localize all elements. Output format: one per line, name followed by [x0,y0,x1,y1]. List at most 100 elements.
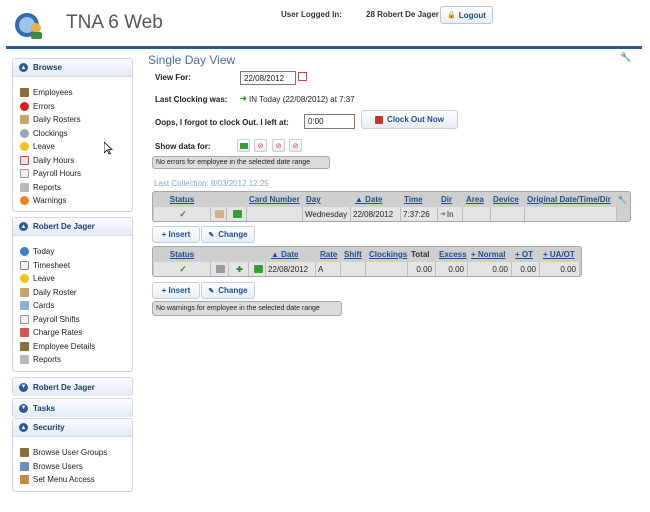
errors-icon [20,101,29,111]
employee-collapsed-panel[interactable]: ▼ Robert De Jager [12,377,133,396]
calendar-icon[interactable] [298,72,307,81]
view-cell[interactable] [249,262,266,276]
status-cell: ✓ [154,262,211,276]
sidebar-item-reports-employee[interactable]: Reports [13,353,132,367]
sidebar-item-employees[interactable]: Employees [13,86,132,100]
wrench-icon[interactable]: 🔧 [620,52,631,62]
cards-icon [20,301,29,311]
column-header-status[interactable]: Status [153,193,211,206]
change-hours-button[interactable]: ✎ Change [201,282,255,299]
expand-icon: ▼ [19,403,28,413]
sidebar-item-set-menu-access[interactable]: Set Menu Access [13,473,132,487]
column-header-rate[interactable]: Rate [316,248,341,261]
column-header-original[interactable]: Original Date/Time/Dir [525,193,617,206]
last-collection: Last Collection: 8/03/2012 12:25 [154,179,269,188]
column-header-status[interactable]: Status [153,248,211,261]
column-header-blank [249,248,266,261]
employee-collapsed-header[interactable]: ▼ Robert De Jager [13,378,132,396]
app-title: TNA 6 Web [66,12,163,33]
column-header-blank [229,248,249,261]
column-header-device[interactable]: Device [491,193,525,206]
calendar-icon [20,155,29,165]
sidebar-item-label: Charge Rates [33,328,83,338]
security-panel-header[interactable]: ▲ Security [13,419,132,437]
wrench-icon[interactable]: 🔧 [617,193,629,206]
view-cell[interactable] [227,207,247,221]
last-clocking-value: IN Today (22/08/2012) at 7:37 [249,95,355,104]
sidebar-item-clockings[interactable]: Clockings [13,127,132,141]
recalc-cell[interactable]: ✚ [229,262,249,276]
sidebar-item-reports[interactable]: Reports [13,181,132,195]
column-header-day[interactable]: Day [303,193,351,206]
column-header-area[interactable]: Area [463,193,491,206]
table-row[interactable]: ✓ Wednesday 22/08/2012 7:37:26 ➜ In [154,207,629,221]
sidebar-item-today[interactable]: Today [13,245,132,259]
column-header-blank [211,193,227,206]
edit-cell[interactable] [211,262,229,276]
show-hours-icon[interactable]: ⊘ [254,139,267,152]
eraser-icon [216,265,225,273]
sidebar-item-daily-roster[interactable]: Daily Roster [13,286,132,300]
employee-panel: ▲ Robert De Jager Today Timesheet Leave … [12,217,133,372]
status-cell: ✓ [154,207,211,221]
show-clockings-icon[interactable] [237,139,250,152]
column-header-time[interactable]: Time [401,193,438,206]
column-header-ot[interactable]: + OT [512,248,540,261]
column-header-normal[interactable]: + Normal [468,248,512,261]
sidebar-item-label: Warnings [33,196,67,206]
show-data-label: Show data for: [155,142,211,151]
tasks-panel[interactable]: ▼ Tasks [12,398,133,417]
sidebar-item-charge-rates[interactable]: Charge Rates [13,326,132,340]
view-for-date-input[interactable]: 22/08/2012 [240,71,296,85]
sidebar-item-timesheet[interactable]: Timesheet [13,259,132,273]
sidebar-item-employee-details[interactable]: Employee Details [13,340,132,354]
change-clocking-button[interactable]: ✎ Change [201,226,255,243]
tasks-title: Tasks [33,403,56,413]
column-header-uaot[interactable]: + UA/OT [540,248,580,261]
table-row[interactable]: ✓ ✚ 22/08/2012 A 0.00 0.00 0.00 0.00 0.0… [154,262,580,276]
logout-button[interactable]: 🔒 Logout [440,6,493,24]
sidebar-item-browse-users[interactable]: Browse Users [13,460,132,474]
column-header-date[interactable]: ▲ Date [351,193,401,206]
uaot-cell: 0.00 [540,262,580,276]
edit-cell[interactable] [211,207,227,221]
sidebar-item-label: Set Menu Access [33,475,95,485]
column-header-excess[interactable]: Excess [436,248,468,261]
sidebar-item-leave-employee[interactable]: Leave [13,272,132,286]
sidebar-item-warnings[interactable]: Warnings [13,194,132,208]
expand-icon: ▼ [19,382,28,392]
show-warnings-icon[interactable]: ⊘ [272,139,285,152]
sidebar-item-label: Timesheet [33,260,71,270]
employee-panel-header[interactable]: ▲ Robert De Jager [13,218,132,236]
day-cell: Wednesday [303,207,351,221]
sidebar-item-label: Browse User Groups [33,448,108,458]
sidebar-item-label: Clockings [33,128,68,138]
sidebar-item-payroll-shifts[interactable]: Payroll Shifts [13,313,132,327]
sidebar-item-leave[interactable]: Leave [13,140,132,154]
show-errors-icon[interactable]: ⊘ [289,139,302,152]
column-header-dir[interactable]: Dir [438,193,463,206]
sidebar-item-cards[interactable]: Cards [13,299,132,313]
sidebar-item-errors[interactable]: Errors [13,100,132,114]
employee-title: Robert De Jager [33,222,95,231]
column-header-card-number[interactable]: Card Number [247,193,303,206]
sidebar-item-payroll-hours[interactable]: Payroll Hours [13,167,132,181]
sidebar-item-label: Payroll Hours [33,169,82,179]
tasks-panel-header[interactable]: ▼ Tasks [13,399,132,417]
original-cell [525,207,617,221]
column-header-shift[interactable]: Shift [341,248,366,261]
excess-cell: 0.00 [436,262,468,276]
insert-clocking-button[interactable]: + Insert [152,226,200,243]
sidebar-item-label: Payroll Shifts [33,314,80,324]
column-header-date[interactable]: ▲ Date [266,248,316,261]
browse-panel-header[interactable]: ▲ Browse [13,59,132,77]
sidebar-item-browse-user-groups[interactable]: Browse User Groups [13,446,132,460]
clock-out-now-button[interactable]: Clock Out Now [361,110,458,129]
insert-hours-button[interactable]: + Insert [152,282,200,299]
table-header-row: Status ▲ Date Rate Shift Clockings Total… [153,248,581,261]
sidebar-item-daily-hours[interactable]: Daily Hours [13,154,132,168]
card-number-cell [247,207,303,221]
sidebar-item-daily-rosters[interactable]: Daily Rosters [13,113,132,127]
left-at-time-input[interactable]: 0:00 [304,114,355,129]
column-header-clockings[interactable]: Clockings [366,248,408,261]
